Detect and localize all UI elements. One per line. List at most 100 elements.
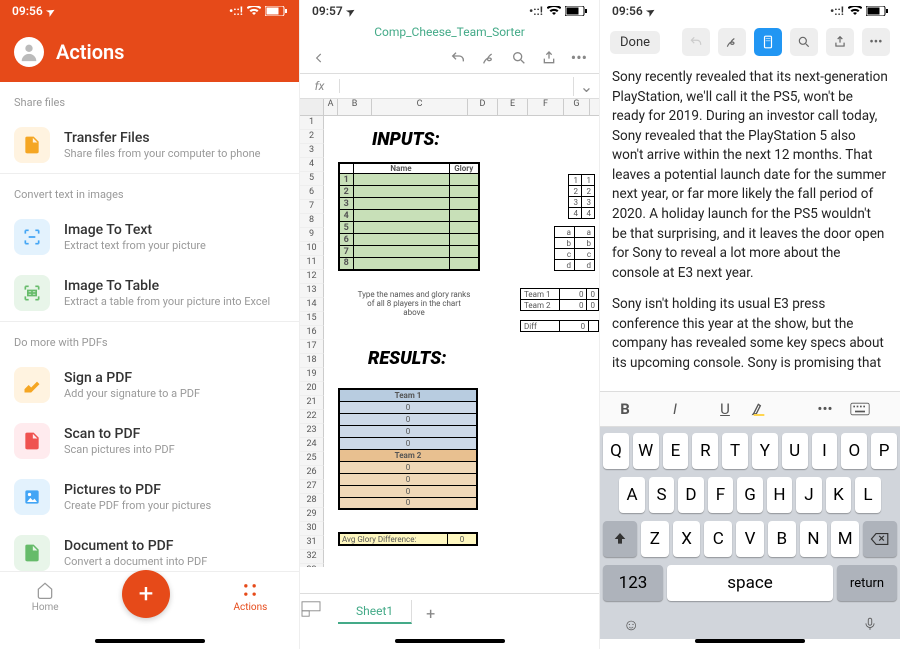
share-button[interactable] <box>826 28 854 56</box>
italic-button[interactable]: I <box>650 400 700 418</box>
section-convert-label: Convert text in images <box>0 174 299 209</box>
location-icon <box>347 4 355 18</box>
action-sign-pdf[interactable]: Sign a PDF Add your signature to a PDF <box>0 357 299 413</box>
document-body[interactable]: Sony recently revealed that its next-gen… <box>600 62 900 391</box>
backspace-key[interactable] <box>863 521 897 557</box>
done-button[interactable]: Done <box>610 31 660 54</box>
key-z[interactable]: Z <box>641 521 669 557</box>
key-r[interactable]: R <box>692 433 718 469</box>
formula-dropdown[interactable]: ⌄ <box>573 77 599 96</box>
key-u[interactable]: U <box>782 433 808 469</box>
key-g[interactable]: G <box>737 477 763 513</box>
battery-icon <box>866 6 888 16</box>
space-key[interactable]: space <box>667 565 833 601</box>
emoji-key[interactable]: ☺ <box>623 615 639 635</box>
spreadsheet-screen: 09:57 •::! Comp_Cheese_Team_Sorter ••• f… <box>300 0 600 649</box>
nav-actions[interactable]: Actions <box>233 580 267 613</box>
key-a[interactable]: A <box>619 477 645 513</box>
mobile-view-button[interactable] <box>754 28 782 56</box>
key-i[interactable]: I <box>812 433 838 469</box>
key-y[interactable]: Y <box>752 433 778 469</box>
avatar[interactable] <box>14 37 44 67</box>
key-p[interactable]: P <box>871 433 897 469</box>
ocr-table-icon <box>14 275 50 311</box>
key-n[interactable]: N <box>800 521 828 557</box>
key-s[interactable]: S <box>649 477 675 513</box>
draw-icon[interactable] <box>481 50 497 66</box>
key-j[interactable]: J <box>796 477 822 513</box>
key-v[interactable]: V <box>736 521 764 557</box>
page-title: Actions <box>56 40 124 64</box>
action-scan-pdf[interactable]: Scan to PDF Scan pictures into PDF <box>0 413 299 469</box>
results-heading: RESULTS: <box>368 348 447 369</box>
fab-add[interactable]: + <box>122 570 170 618</box>
document-name[interactable]: Comp_Cheese_Team_Sorter <box>300 22 599 42</box>
ocr-text-icon <box>14 219 50 255</box>
status-time: 09:56 <box>612 4 643 18</box>
key-x[interactable]: X <box>673 521 701 557</box>
key-w[interactable]: W <box>633 433 659 469</box>
sheet-grid[interactable]: A B C D E F G 12345678910111213141516171… <box>300 99 599 567</box>
sheet-tab-1[interactable]: Sheet1 <box>338 600 412 624</box>
signal-icon: •::! <box>529 4 543 18</box>
bottom-nav: Home + Actions <box>0 571 299 649</box>
scan-icon <box>14 423 50 459</box>
key-d[interactable]: D <box>678 477 704 513</box>
wifi-icon <box>547 6 561 16</box>
sign-icon <box>14 367 50 403</box>
keyboard-toggle[interactable] <box>850 402 900 416</box>
numeric-key[interactable]: 123 <box>603 565 663 601</box>
mic-key[interactable] <box>863 615 877 635</box>
home-indicator[interactable] <box>395 639 505 643</box>
key-l[interactable]: L <box>855 477 881 513</box>
nav-home[interactable]: Home <box>32 580 59 613</box>
key-h[interactable]: H <box>767 477 793 513</box>
key-t[interactable]: T <box>722 433 748 469</box>
key-c[interactable]: C <box>704 521 732 557</box>
share-icon[interactable] <box>541 50 557 66</box>
key-k[interactable]: K <box>826 477 852 513</box>
action-image-to-text[interactable]: Image To Text Extract text from your pic… <box>0 209 299 265</box>
key-o[interactable]: O <box>841 433 867 469</box>
more-format-button[interactable]: ••• <box>800 400 850 418</box>
status-bar: 09:56 •::! <box>0 0 299 22</box>
highlight-button[interactable] <box>750 401 800 417</box>
location-icon <box>47 4 55 18</box>
home-indicator[interactable] <box>695 639 805 643</box>
section-pdf-label: Do more with PDFs <box>0 322 299 357</box>
key-e[interactable]: E <box>663 433 689 469</box>
draw-button[interactable] <box>718 28 746 56</box>
bold-button[interactable]: B <box>600 400 650 418</box>
inputs-heading: INPUTS: <box>372 129 440 150</box>
location-icon <box>647 4 655 18</box>
wifi-icon <box>247 6 261 16</box>
pictures-icon <box>14 479 50 515</box>
key-f[interactable]: F <box>708 477 734 513</box>
home-indicator[interactable] <box>95 639 205 643</box>
editor-screen: 09:56 •::! Done ••• Sony recently reveal… <box>600 0 900 649</box>
more-button[interactable]: ••• <box>862 28 890 56</box>
return-key[interactable]: return <box>837 565 897 601</box>
battery-icon <box>565 6 587 16</box>
underline-button[interactable]: U <box>700 400 750 418</box>
more-icon[interactable]: ••• <box>571 48 587 67</box>
action-transfer-files[interactable]: Transfer Files Share files from your com… <box>0 117 299 173</box>
status-bar: 09:57 •::! <box>300 0 599 22</box>
find-button[interactable] <box>790 28 818 56</box>
sheet-picker-icon[interactable] <box>300 600 338 618</box>
action-image-to-table[interactable]: Image To Table Extract a table from your… <box>0 265 299 321</box>
section-share-label: Share files <box>0 82 299 117</box>
undo-icon[interactable] <box>449 50 467 66</box>
shift-key[interactable] <box>603 521 637 557</box>
add-sheet-button[interactable]: + <box>412 600 449 627</box>
keyboard: QWERTYUIOP ASDFGHJKL ZXCVBNM 123 space r… <box>600 427 900 639</box>
search-icon[interactable] <box>511 50 527 66</box>
undo-button[interactable] <box>682 28 710 56</box>
key-b[interactable]: B <box>768 521 796 557</box>
actions-screen: 09:56 •::! Actions Share files Transfer … <box>0 0 300 649</box>
key-m[interactable]: M <box>831 521 859 557</box>
action-pictures-pdf[interactable]: Pictures to PDF Create PDF from your pic… <box>0 469 299 525</box>
app-header: Actions <box>0 22 299 82</box>
back-icon[interactable] <box>312 51 326 65</box>
key-q[interactable]: Q <box>603 433 629 469</box>
